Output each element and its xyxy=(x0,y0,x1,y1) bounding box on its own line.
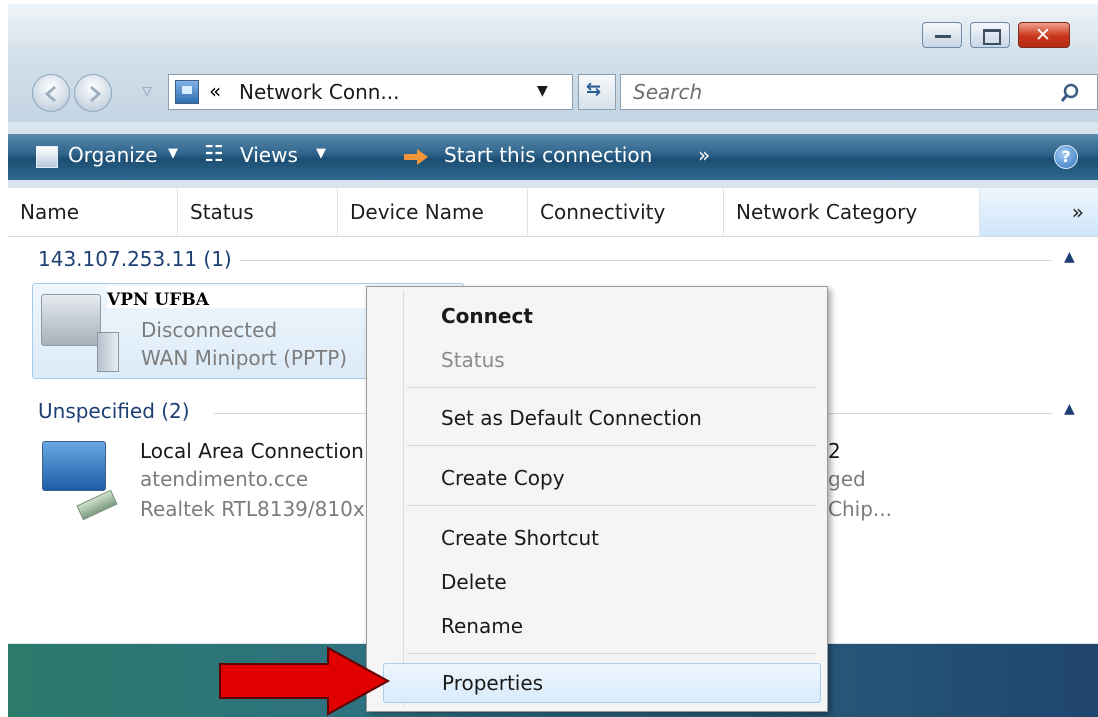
item-status: atendimento.cce xyxy=(140,467,309,491)
red-arrow-annotation xyxy=(219,646,391,716)
column-name[interactable]: Name xyxy=(8,188,178,236)
group-header[interactable]: Unspecified (2) xyxy=(38,399,190,423)
monitor-screen-icon xyxy=(182,86,192,94)
item-name: Local Area Connection xyxy=(140,439,364,463)
item-device: Chip... xyxy=(828,497,892,521)
menu-item-properties[interactable]: Properties xyxy=(383,663,821,703)
minimize-icon xyxy=(935,35,951,38)
menu-gutter xyxy=(403,291,404,707)
menu-item-status: Status xyxy=(441,348,505,372)
title-bar: ✕ ▽ « Network Conn... ▼ ⇆ Search xyxy=(8,4,1098,122)
maximize-button[interactable] xyxy=(970,22,1010,48)
menu-separator xyxy=(407,653,817,654)
menu-item-create-copy[interactable]: Create Copy xyxy=(409,459,785,497)
forward-arrow-icon xyxy=(90,85,102,103)
collapse-icon[interactable]: ▲ xyxy=(1064,401,1075,417)
menu-separator xyxy=(407,445,817,446)
column-header-bar: Name Status Device Name Connectivity Net… xyxy=(8,188,1098,237)
close-button[interactable]: ✕ xyxy=(1018,22,1070,48)
group-divider xyxy=(240,260,1052,261)
context-menu: Connect Status Set as Default Connection… xyxy=(366,286,828,712)
address-chevron: « xyxy=(209,79,222,103)
menu-separator xyxy=(407,387,817,388)
arrow-right-icon xyxy=(404,149,428,165)
forward-button[interactable] xyxy=(74,74,112,112)
minimize-button[interactable] xyxy=(922,22,962,48)
organize-label: Organize xyxy=(68,143,158,167)
organize-dropdown-icon: ▼ xyxy=(168,146,178,161)
maximize-icon xyxy=(983,29,1001,45)
back-arrow-icon xyxy=(44,85,56,103)
menu-item-create-shortcut[interactable]: Create Shortcut xyxy=(409,519,785,557)
close-icon: ✕ xyxy=(1035,24,1051,46)
item-name: 2 xyxy=(828,439,841,463)
views-icon: ☷ xyxy=(204,142,224,167)
column-status[interactable]: Status xyxy=(178,188,338,236)
views-dropdown-icon: ▼ xyxy=(316,146,326,161)
column-overflow-button[interactable]: » xyxy=(980,188,1098,236)
item-name: VPN UFBA xyxy=(107,290,209,310)
refresh-icon: ⇆ xyxy=(586,79,602,100)
organize-icon xyxy=(36,146,58,168)
menu-item-connect[interactable]: Connect xyxy=(409,297,785,335)
network-folder-icon xyxy=(175,80,199,104)
column-connectivity[interactable]: Connectivity xyxy=(528,188,724,236)
menu-separator xyxy=(407,505,817,506)
search-placeholder: Search xyxy=(633,80,703,104)
recent-pages-dropdown[interactable]: ▽ xyxy=(138,82,156,100)
item-status: ged xyxy=(828,467,866,491)
vpn-server-icon xyxy=(97,332,119,372)
menu-item-delete[interactable]: Delete xyxy=(409,563,785,601)
search-box[interactable]: Search xyxy=(620,74,1098,110)
collapse-icon[interactable]: ▲ xyxy=(1064,249,1075,265)
toolbar-overflow-button[interactable]: » xyxy=(698,143,710,167)
refresh-button[interactable]: ⇆ xyxy=(578,74,616,110)
network-cable-icon xyxy=(76,489,118,521)
address-dropdown-icon[interactable]: ▼ xyxy=(537,83,548,99)
column-network-category[interactable]: Network Category xyxy=(724,188,980,236)
column-device-name[interactable]: Device Name xyxy=(338,188,528,236)
address-text: Network Conn... xyxy=(239,80,400,104)
name-edit-field: VPN UFBA xyxy=(107,286,367,310)
menu-item-rename[interactable]: Rename xyxy=(409,607,785,645)
command-toolbar: Organize ▼ ☷ Views ▼ Start this connecti… xyxy=(8,134,1098,180)
address-bar[interactable]: « Network Conn... ▼ xyxy=(168,74,573,110)
computer-icon xyxy=(41,294,101,346)
help-icon[interactable]: ? xyxy=(1054,145,1078,169)
item-device: Realtek RTL8139/810x xyxy=(140,497,365,521)
toolbar-overflow-label: » xyxy=(698,143,711,167)
views-label: Views xyxy=(240,143,298,167)
start-connection-label: Start this connection xyxy=(444,143,653,167)
list-item-connection-2[interactable]: 2 ged Chip... xyxy=(808,435,1008,531)
item-device: WAN Miniport (PPTP) xyxy=(141,346,348,370)
network-computer-icon xyxy=(42,441,106,491)
menu-item-set-default[interactable]: Set as Default Connection xyxy=(409,399,785,437)
group-header[interactable]: 143.107.253.11 (1) xyxy=(38,247,232,271)
item-status: Disconnected xyxy=(141,318,278,342)
back-button[interactable] xyxy=(32,74,70,112)
search-icon[interactable] xyxy=(1059,82,1081,104)
